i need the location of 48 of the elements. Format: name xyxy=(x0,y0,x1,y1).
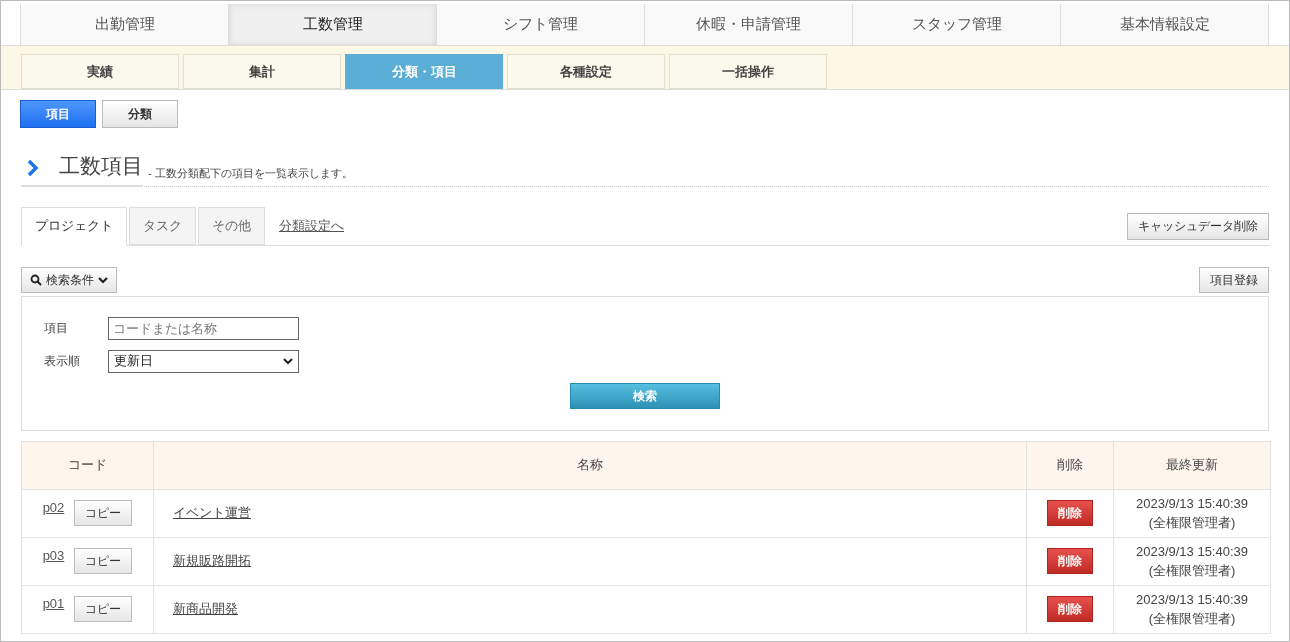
sub-nav-tab[interactable]: 集計 xyxy=(183,54,341,89)
delete-button[interactable]: 削除 xyxy=(1047,500,1093,526)
page-description: - 工数分類配下の項目を一覧表示します。 xyxy=(148,166,353,181)
search-conditions-button[interactable]: 検索条件 xyxy=(21,266,117,293)
main-nav-tab[interactable]: 休暇・申請管理 xyxy=(644,4,852,45)
last-updated-text: 2023/9/13 15:40:39 (全権限管理者) xyxy=(1135,590,1249,628)
copy-button[interactable]: コピー xyxy=(74,548,133,574)
category-settings-link[interactable]: 分類設定へ xyxy=(279,206,344,245)
code-link[interactable]: p01 xyxy=(42,594,65,614)
page-title: 工数項目 xyxy=(59,153,143,179)
code-link[interactable]: p03 xyxy=(42,546,65,566)
sub-nav-tab[interactable]: 各種設定 xyxy=(507,54,665,89)
mode-button[interactable]: 項目 xyxy=(20,100,96,128)
copy-button[interactable]: コピー xyxy=(74,500,133,526)
copy-button[interactable]: コピー xyxy=(74,596,133,622)
main-nav-tab[interactable]: シフト管理 xyxy=(436,4,644,45)
last-updated-text: 2023/9/13 15:40:39 (全権限管理者) xyxy=(1135,494,1249,532)
delete-button[interactable]: 削除 xyxy=(1047,548,1093,574)
chevron-down-icon xyxy=(283,357,293,365)
category-tab[interactable]: タスク xyxy=(129,206,196,245)
main-nav-tab[interactable]: スタッフ管理 xyxy=(852,4,1060,45)
sub-nav-tab[interactable]: 一括操作 xyxy=(669,54,827,89)
column-header: 名称 xyxy=(153,441,1027,489)
sub-nav-tab[interactable]: 実績 xyxy=(21,54,179,89)
chevron-icon xyxy=(27,159,39,176)
code-link[interactable]: p02 xyxy=(42,498,65,518)
order-label: 表示順 xyxy=(44,353,81,370)
order-select[interactable]: 更新日 xyxy=(108,349,299,373)
main-nav-tab[interactable]: 基本情報設定 xyxy=(1060,4,1269,45)
category-tab[interactable]: その他 xyxy=(198,206,265,245)
column-header: 削除 xyxy=(1026,441,1114,489)
column-header: コード xyxy=(21,441,154,489)
chevron-down-icon xyxy=(98,275,108,284)
register-item-button[interactable]: 項目登録 xyxy=(1199,266,1269,293)
category-tab[interactable]: プロジェクト xyxy=(21,206,127,246)
item-label: 項目 xyxy=(44,320,69,337)
main-nav-tab[interactable]: 工数管理 xyxy=(228,4,436,45)
column-header: 最終更新 xyxy=(1113,441,1271,489)
clear-cache-button[interactable]: キャッシュデータ削除 xyxy=(1127,212,1269,240)
main-nav-tab[interactable]: 出勤管理 xyxy=(20,4,228,45)
delete-button[interactable]: 削除 xyxy=(1047,596,1093,622)
mode-button[interactable]: 分類 xyxy=(102,100,178,128)
item-input-field[interactable]: コードまたは名称 xyxy=(108,316,299,340)
item-name-link[interactable]: 新商品開発 xyxy=(173,601,238,617)
search-icon xyxy=(30,273,42,286)
item-name-link[interactable]: イベント運営 xyxy=(173,505,251,521)
item-name-link[interactable]: 新規販路開拓 xyxy=(173,553,251,569)
last-updated-text: 2023/9/13 15:40:39 (全権限管理者) xyxy=(1135,542,1249,580)
